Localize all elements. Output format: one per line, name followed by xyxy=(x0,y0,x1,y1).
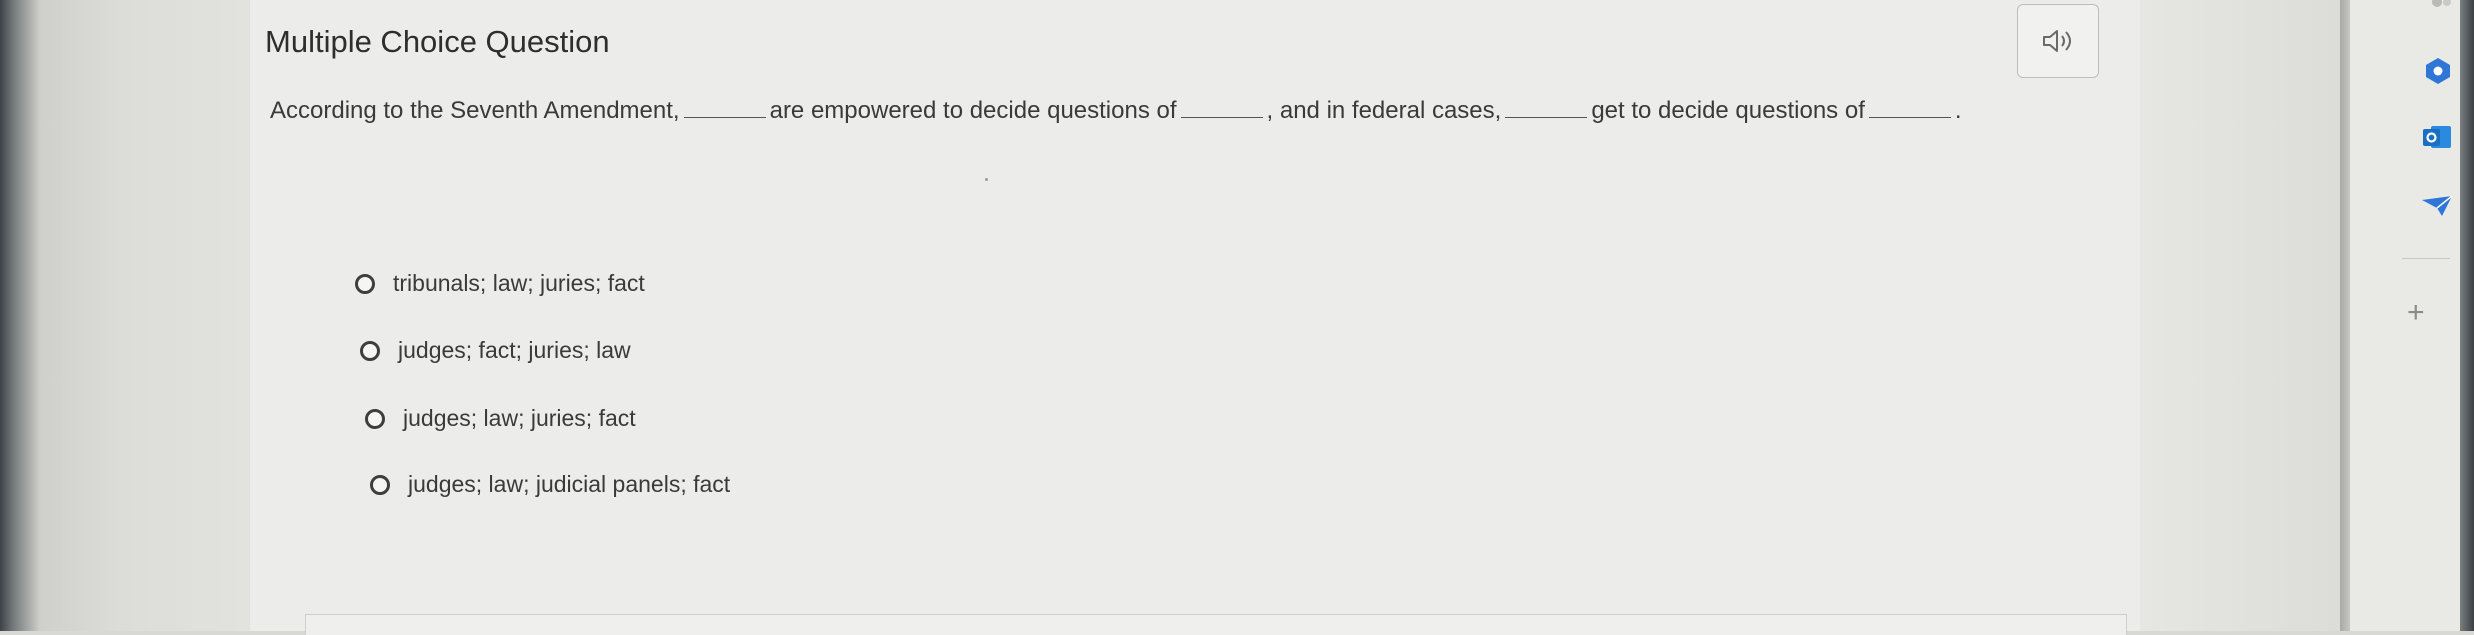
option-label: judges; law; judicial panels; fact xyxy=(408,471,731,497)
sidebar-separator xyxy=(2402,258,2450,259)
add-icon[interactable]: + xyxy=(2407,296,2425,330)
question-panel xyxy=(250,0,2140,631)
answer-blank-4 xyxy=(1868,116,1951,118)
option-3[interactable]: judges; law; juries; fact xyxy=(365,405,636,432)
profile-icon[interactable] xyxy=(2428,0,2454,16)
sidebar-divider xyxy=(2340,0,2350,631)
option-label: tribunals; law; juries; fact xyxy=(393,270,645,296)
stray-dot xyxy=(985,178,988,181)
monitor-bezel-right xyxy=(2460,0,2474,631)
radio-button[interactable] xyxy=(355,273,375,294)
page-gutter xyxy=(2140,0,2340,631)
option-2[interactable]: judges; fact; juries; law xyxy=(360,337,631,364)
option-label: judges; fact; juries; law xyxy=(398,337,631,363)
radio-button[interactable] xyxy=(370,474,390,495)
next-section-box xyxy=(305,614,2127,635)
monitor-bezel-left xyxy=(0,0,250,631)
option-1[interactable]: tribunals; law; juries; fact xyxy=(355,270,645,297)
outlook-icon[interactable] xyxy=(2421,122,2453,152)
feedback-icon[interactable] xyxy=(2420,194,2454,218)
answer-blank-1 xyxy=(683,116,766,118)
radio-button[interactable] xyxy=(365,408,385,429)
question-prompt: According to the Seventh Amendment, are e… xyxy=(270,97,1962,125)
question-title: Multiple Choice Question xyxy=(265,24,610,59)
prompt-text-5: . xyxy=(1954,97,1962,124)
prompt-text-2: are empowered to decide questions of xyxy=(769,97,1177,124)
speaker-icon xyxy=(2043,30,2071,52)
prompt-text-3: , and in federal cases, xyxy=(1266,97,1502,124)
radio-button[interactable] xyxy=(360,340,380,361)
prompt-text-1: According to the Seventh Amendment, xyxy=(270,97,680,124)
answer-blank-3 xyxy=(1505,116,1588,118)
option-4[interactable]: judges; law; judicial panels; fact xyxy=(370,471,730,498)
answer-blank-2 xyxy=(1180,116,1263,118)
option-label: judges; law; juries; fact xyxy=(403,405,636,431)
browser-sidebar xyxy=(2350,0,2460,631)
copilot-icon[interactable] xyxy=(2424,56,2452,86)
prompt-text-4: get to decide questions of xyxy=(1591,97,1865,124)
read-aloud-button[interactable] xyxy=(2017,4,2099,78)
